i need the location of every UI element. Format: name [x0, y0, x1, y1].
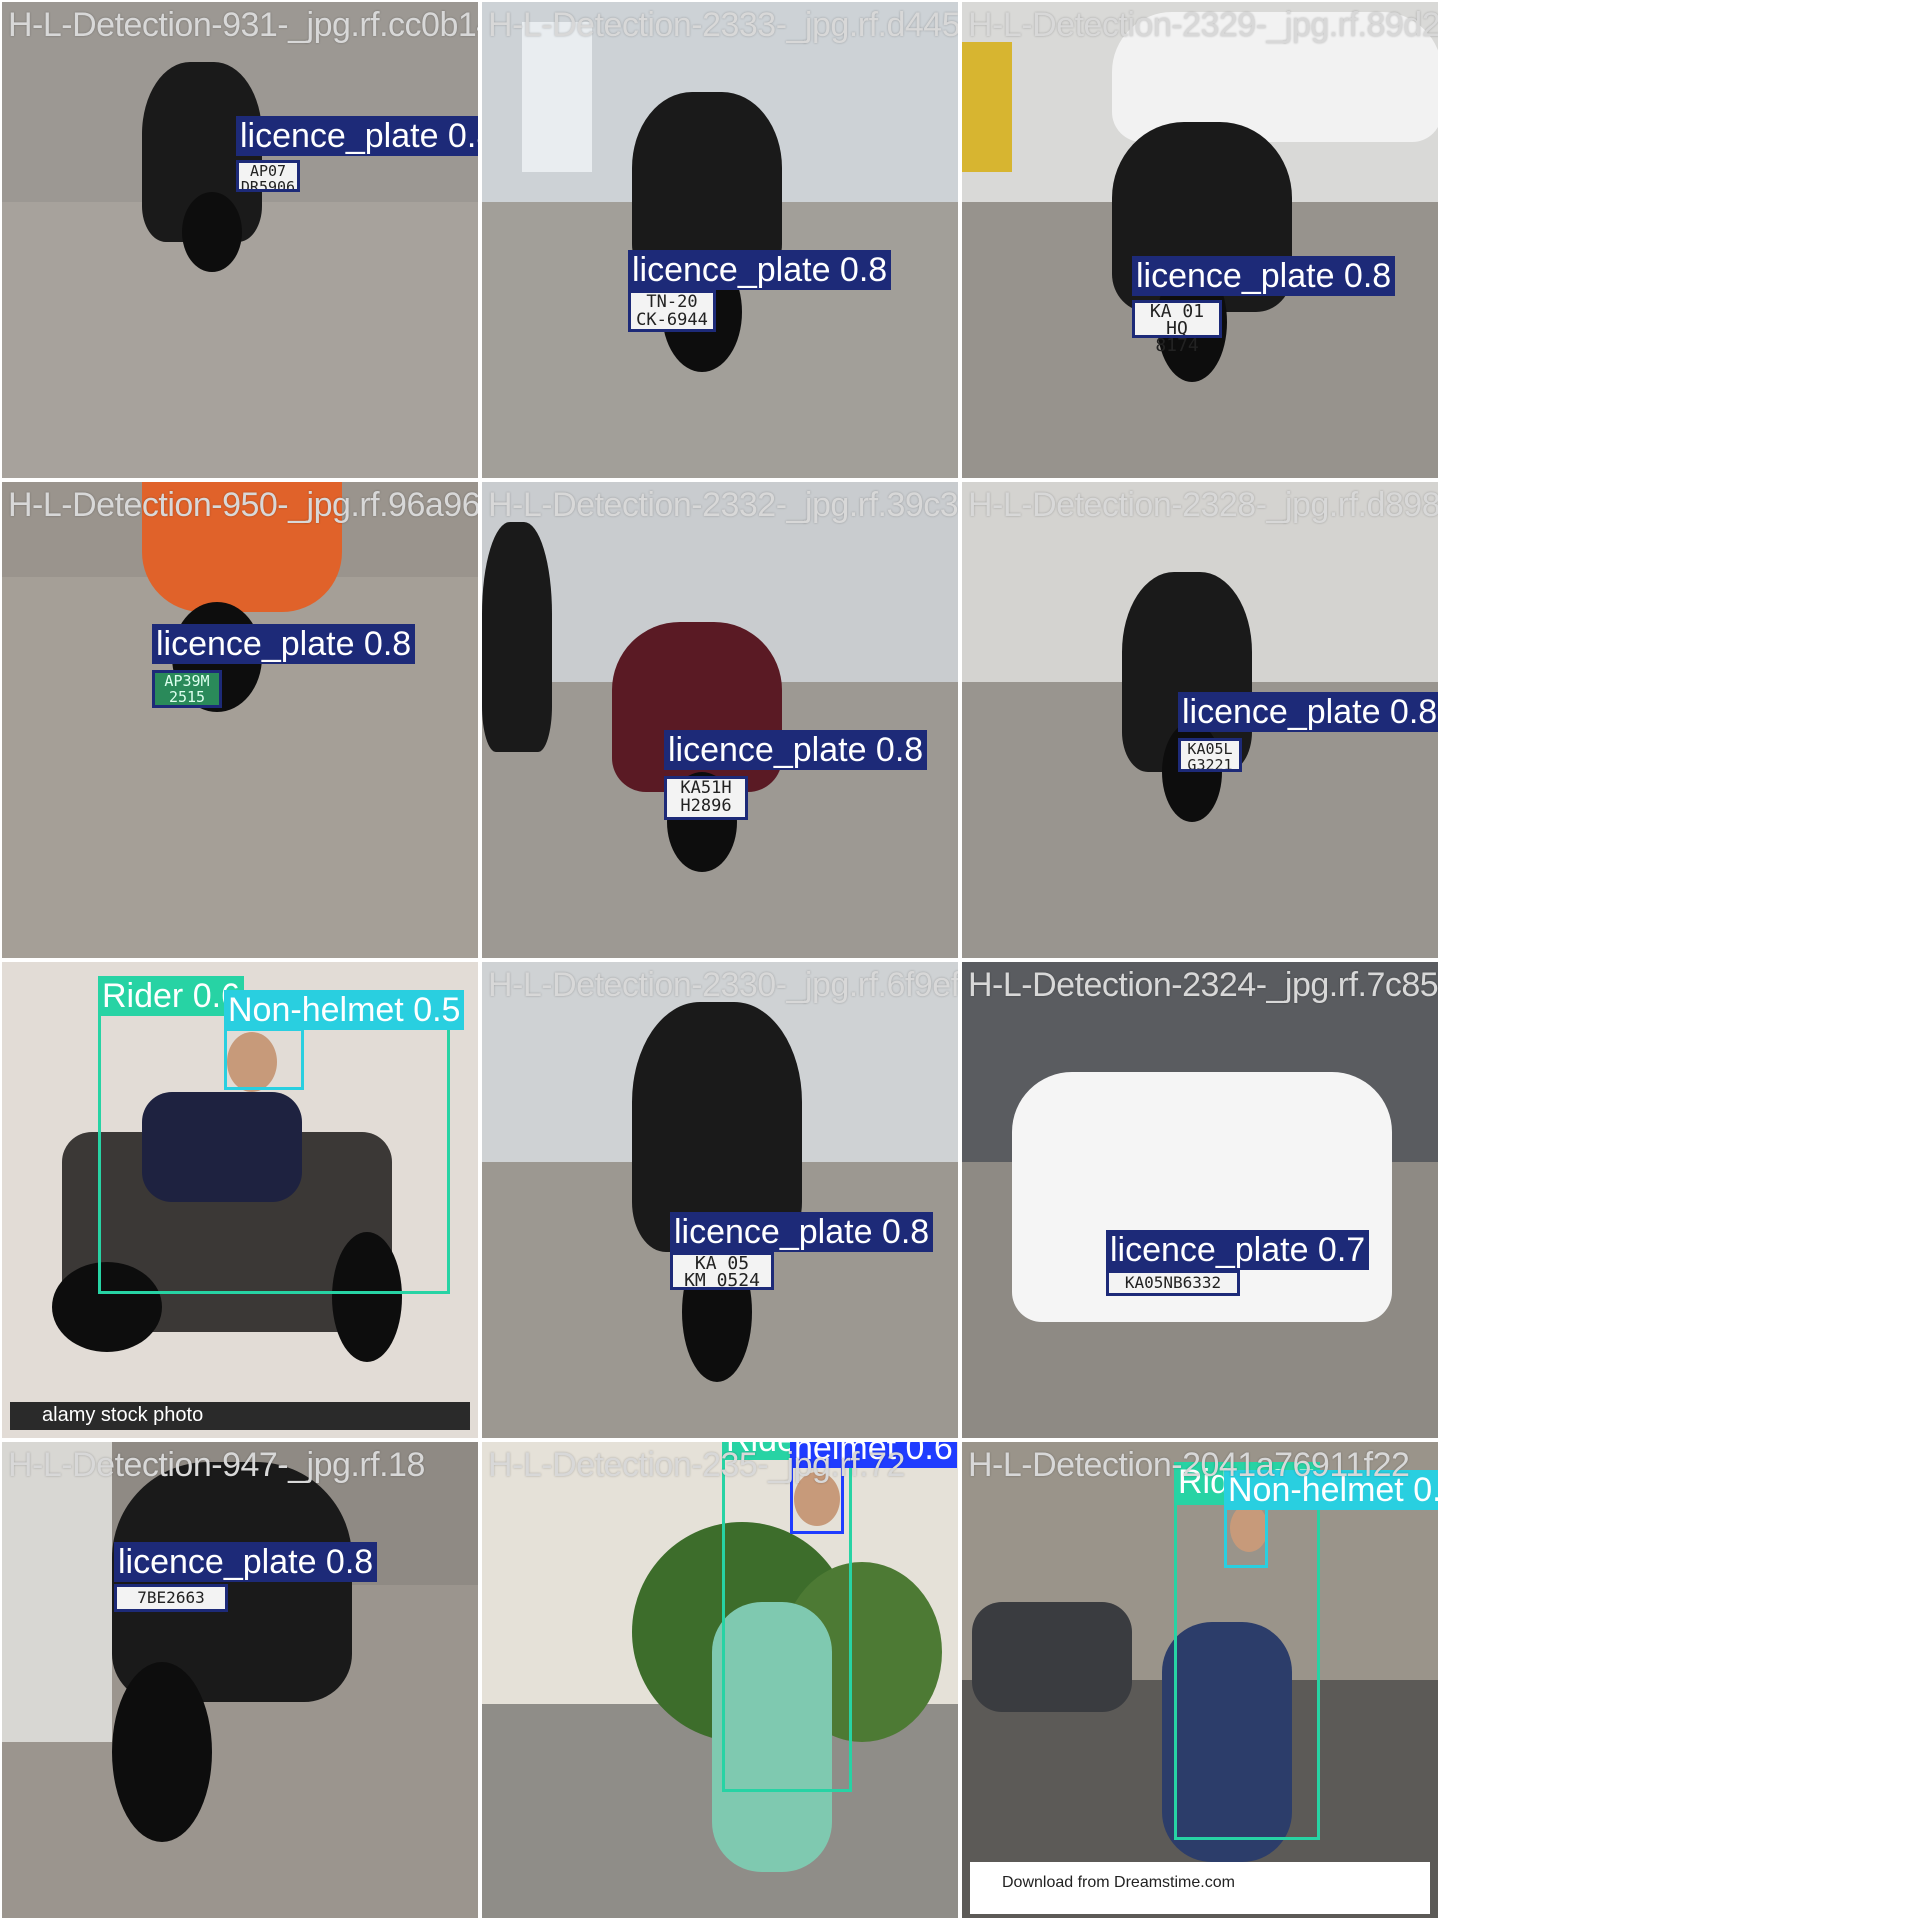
filename: H-L-Detection-931-_jpg.rf.cc0b14769e — [8, 6, 478, 44]
watermark: Download from Dreamstime.com — [1002, 1874, 1235, 1891]
filename: H-L-Detection-950-_jpg.rf.96a96e1e6af5b — [8, 486, 480, 524]
tile-2: TN-20 CK-6944 licence_plate 0.8 H-L-Detec… — [480, 0, 960, 480]
detection-label: licence_plate 0.8 — [236, 116, 478, 156]
plate-text: 8174 — [1155, 335, 1199, 356]
filename: H-L-Detection-2328-_jpg.rf.d89854ea34c19 — [968, 486, 1440, 524]
detection-label: licence_plate 0.8 — [670, 1212, 934, 1252]
tile-8: KA 05 KM 0524 licence_plate 0.8 H-L-Detec… — [480, 960, 960, 1440]
bbox-licence-plate — [1132, 300, 1222, 338]
photo: AP07 DR5906 — [2, 2, 478, 478]
detection-label: licence_plate 0.8 — [114, 1542, 378, 1582]
tile-6: KA05L G3221 licence_plate 0.8 H-L-Detecti… — [960, 480, 1440, 960]
detection-label: licence_plate 0.7 — [1106, 1230, 1370, 1270]
bbox-licence-plate — [114, 1584, 228, 1612]
tile-10: 7BE2663 licence_plate 0.8 H-L-Detection-… — [0, 1440, 480, 1920]
tile-11: Rider 0.5 helmet 0.6 H-L-Detection-235-_… — [480, 1440, 960, 1920]
photo: KA 05 KM 0524 — [482, 962, 958, 1438]
bbox-licence-plate — [628, 290, 716, 332]
tile-12: Download from Dreamstime.com Rider 0.5 N… — [960, 1440, 1440, 1920]
detection-label: Rider 0.6 — [98, 976, 244, 1016]
bbox-licence-plate — [664, 776, 748, 820]
bbox-non-helmet — [224, 1028, 304, 1090]
filename: H-L-Detection-2332-_jpg.rf.39c31f8c4 — [488, 486, 959, 524]
photo: KA 01 HQ 8174 — [962, 2, 1438, 478]
bbox-non-helmet — [1224, 1506, 1268, 1568]
photo: KA51H H2896 — [482, 482, 958, 958]
detection-label: Non-helmet 0.5 — [224, 990, 465, 1030]
detection-label: licence_plate 0.8 — [628, 250, 892, 290]
filename: H-L-Detection-947-_jpg.rf.18 — [8, 1446, 425, 1484]
detection-mosaic: AP07 DR5906 licence_plate 0.8 H-L-Detecti… — [0, 0, 1440, 1920]
filename: H-L-Detection-2333-_jpg.rf.d445d2e2 — [488, 6, 960, 44]
bbox-licence-plate — [236, 160, 300, 192]
photo — [482, 1442, 958, 1918]
tile-5: KA51H H2896 licence_plate 0.8 H-L-Detecti… — [480, 480, 960, 960]
bbox-licence-plate — [670, 1252, 774, 1290]
filename: H-L-Detection-2324-_jpg.rf.7c856f9870168 — [968, 966, 1439, 1004]
detection-label: licence_plate 0.8 — [664, 730, 928, 770]
filename: H-L-Detection-2330-_jpg.rf.6f9efd64 — [488, 966, 960, 1004]
photo: AP39M 2515 — [2, 482, 478, 958]
bbox-licence-plate — [1178, 738, 1242, 772]
tile-4: AP39M 2515 licence_plate 0.8 H-L-Detectio… — [0, 480, 480, 960]
photo: TN-20 CK-6944 — [482, 2, 958, 478]
detection-label: licence_plate 0.8 — [1132, 256, 1396, 296]
detection-label: licence_plate 0.8 — [152, 624, 416, 664]
filename: H-L-Detection-2329-_jpg.rf.89d2a9c2fcf3b — [968, 6, 1440, 44]
watermark: alamy stock photo — [42, 1404, 204, 1426]
tile-1: AP07 DR5906 licence_plate 0.8 H-L-Detecti… — [0, 0, 480, 480]
tile-9: KA05NB6332 licence_plate 0.7 H-L-Detecti… — [960, 960, 1440, 1440]
photo: 7BE2663 — [2, 1442, 478, 1918]
filename: H-L-Detection-235-_jpg.rf.72 — [488, 1446, 905, 1484]
tile-7: alamy stock photo Rider 0.6 Non-helmet 0… — [0, 960, 480, 1440]
detection-label: licence_plate 0.8 — [1178, 692, 1438, 732]
photo: KA05NB6332 — [962, 962, 1438, 1438]
tile-3: KA 01 HQ 8174 licence_plate 0.8 H-L-Detec… — [960, 0, 1440, 480]
bbox-licence-plate — [1106, 1270, 1240, 1296]
filename: H-L-Detection-2041a76911f22 — [968, 1446, 1410, 1484]
bbox-licence-plate — [152, 670, 222, 708]
